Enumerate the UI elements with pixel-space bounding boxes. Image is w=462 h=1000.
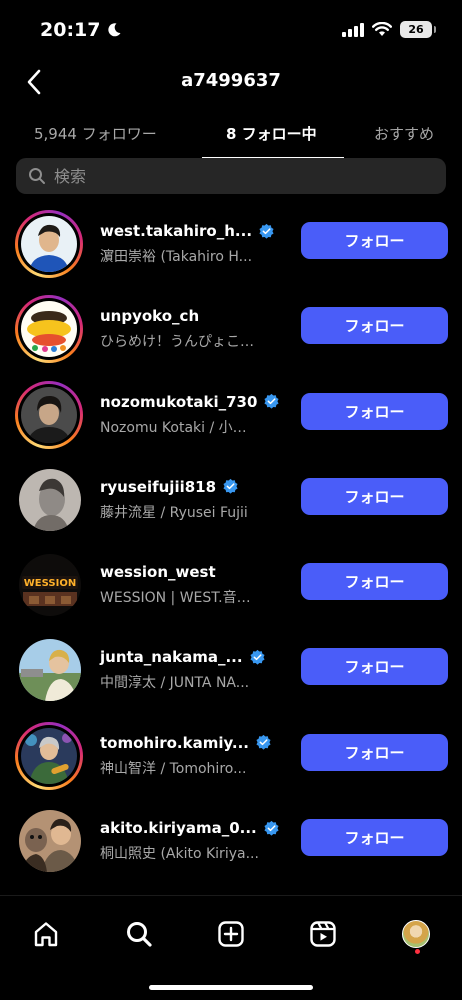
avatar bbox=[21, 301, 77, 358]
home-indicator bbox=[149, 985, 313, 990]
username-line: akito.kiriyama_0... bbox=[100, 819, 280, 837]
status-bar: 20:17 26 bbox=[0, 0, 462, 60]
avatar bbox=[19, 810, 81, 873]
follow-button[interactable]: フォロー bbox=[301, 648, 448, 686]
follow-button[interactable]: フォロー bbox=[301, 307, 448, 345]
battery-indicator: 26 bbox=[400, 21, 436, 38]
follow-button[interactable]: フォロー bbox=[301, 392, 448, 430]
username-line: tomohiro.kamiy... bbox=[100, 734, 272, 752]
username-line: west.takahiro_h... bbox=[100, 222, 275, 240]
avatar-container[interactable] bbox=[15, 636, 83, 704]
signal-icon bbox=[342, 22, 364, 37]
avatar-story-ring[interactable] bbox=[15, 721, 83, 790]
avatar-container[interactable] bbox=[15, 466, 83, 534]
verified-badge-icon bbox=[249, 649, 265, 665]
username[interactable]: west.takahiro_h... bbox=[100, 222, 252, 240]
verified-badge-icon bbox=[223, 479, 238, 495]
list-item[interactable]: akito.kiriyama_0... 桐山照史 (Akito Kiriya..… bbox=[0, 797, 462, 882]
verified-badge-icon bbox=[256, 735, 271, 750]
bottom-nav bbox=[0, 906, 462, 966]
avatar bbox=[21, 216, 77, 272]
follow-button[interactable]: フォロー bbox=[301, 222, 448, 259]
avatar-container[interactable]: WESSION bbox=[15, 551, 83, 619]
following-list: west.takahiro_h... 濵田崇裕 (Takahiro H... フ… bbox=[0, 200, 462, 882]
full-name: WESSION | WEST.音… bbox=[100, 590, 251, 607]
list-item[interactable]: WESSION wession_west WESSION | WEST.音… フ… bbox=[0, 541, 462, 626]
username-line: junta_nakama_... bbox=[100, 648, 266, 666]
list-item[interactable]: ryuseifujii818 藤井流星 / Ryusei Fujii フォロー bbox=[0, 456, 462, 541]
full-name: 藤井流星 / Ryusei Fujii bbox=[100, 504, 248, 521]
tab-bar: 5,944 フォロワー 8 フォロー中 おすすめ bbox=[0, 115, 462, 160]
full-name: 中間淳太 / JUNTA NA... bbox=[100, 675, 250, 692]
create-icon bbox=[218, 921, 244, 947]
svg-text:WESSION: WESSION bbox=[24, 578, 76, 589]
nav-reels[interactable] bbox=[305, 916, 341, 952]
nav-profile[interactable] bbox=[398, 916, 434, 952]
status-time: 20:17 bbox=[40, 19, 122, 41]
nav-home[interactable] bbox=[28, 916, 64, 952]
avatar bbox=[21, 727, 77, 784]
full-name: ひらめけ！うんぴょこ… bbox=[100, 334, 254, 351]
username[interactable]: tomohiro.kamiy... bbox=[100, 734, 249, 752]
username[interactable]: ryuseifujii818 bbox=[100, 478, 216, 496]
avatar bbox=[21, 386, 77, 443]
search-icon bbox=[29, 168, 45, 184]
verified-badge-icon bbox=[264, 820, 279, 836]
avatar bbox=[19, 468, 81, 531]
home-icon bbox=[34, 922, 58, 947]
header: a7499637 bbox=[0, 60, 462, 106]
follow-button[interactable]: フォロー bbox=[301, 477, 448, 515]
list-item[interactable]: nozomukotaki_730 Nozomu Kotaki / 小… フォロー bbox=[0, 371, 462, 456]
full-name: 神山智洋 / Tomohiro... bbox=[100, 760, 247, 777]
profile-avatar bbox=[402, 920, 430, 948]
search-bar[interactable] bbox=[16, 158, 446, 194]
nav-create[interactable] bbox=[213, 916, 249, 952]
verified-badge-icon bbox=[264, 393, 279, 409]
follow-button[interactable]: フォロー bbox=[301, 819, 448, 857]
tab-suggested[interactable]: おすすめ bbox=[374, 123, 434, 144]
verified-badge-icon bbox=[259, 223, 274, 239]
follow-button[interactable]: フォロー bbox=[301, 733, 448, 771]
follow-button[interactable]: フォロー bbox=[301, 563, 448, 601]
avatar: WESSION bbox=[19, 554, 81, 617]
tab-following[interactable]: 8 フォロー中 bbox=[226, 123, 317, 144]
username[interactable]: akito.kiriyama_0... bbox=[100, 819, 257, 837]
search-input[interactable] bbox=[54, 166, 434, 186]
username[interactable]: unpyoko_ch bbox=[100, 307, 199, 325]
list-item[interactable]: west.takahiro_h... 濵田崇裕 (Takahiro H... フ… bbox=[0, 200, 462, 285]
avatar bbox=[19, 639, 81, 702]
page-title: a7499637 bbox=[181, 70, 281, 91]
username-line: nozomukotaki_730 bbox=[100, 393, 280, 411]
avatar-story-ring[interactable] bbox=[15, 295, 83, 364]
reels-icon bbox=[310, 921, 336, 947]
list-item[interactable]: unpyoko_ch ひらめけ！うんぴょこ… フォロー bbox=[0, 285, 462, 370]
notification-dot bbox=[415, 949, 420, 954]
username-line: unpyoko_ch bbox=[100, 307, 199, 325]
avatar-story-ring[interactable] bbox=[15, 380, 83, 449]
list-item[interactable]: tomohiro.kamiy... 神山智洋 / Tomohiro... フォロ… bbox=[0, 712, 462, 797]
full-name: 濵田崇裕 (Takahiro H... bbox=[100, 249, 253, 265]
search-icon bbox=[127, 922, 152, 947]
username-line: wession_west bbox=[100, 563, 216, 581]
moon-icon bbox=[108, 23, 121, 37]
username[interactable]: junta_nakama_... bbox=[100, 648, 243, 666]
username-line: ryuseifujii818 bbox=[100, 478, 239, 496]
username[interactable]: wession_west bbox=[100, 563, 216, 581]
avatar-container[interactable] bbox=[15, 807, 83, 875]
full-name: Nozomu Kotaki / 小… bbox=[100, 419, 247, 436]
username[interactable]: nozomukotaki_730 bbox=[100, 393, 257, 411]
tab-followers[interactable]: 5,944 フォロワー bbox=[34, 123, 157, 144]
avatar-story-ring[interactable] bbox=[15, 210, 83, 278]
nav-search[interactable] bbox=[121, 916, 157, 952]
status-icons: 26 bbox=[342, 21, 436, 38]
clock: 20:17 bbox=[40, 19, 101, 41]
wifi-icon bbox=[372, 22, 392, 36]
full-name: 桐山照史 (Akito Kiriya... bbox=[100, 846, 259, 863]
list-item[interactable]: junta_nakama_... 中間淳太 / JUNTA NA... フォロー bbox=[0, 626, 462, 711]
